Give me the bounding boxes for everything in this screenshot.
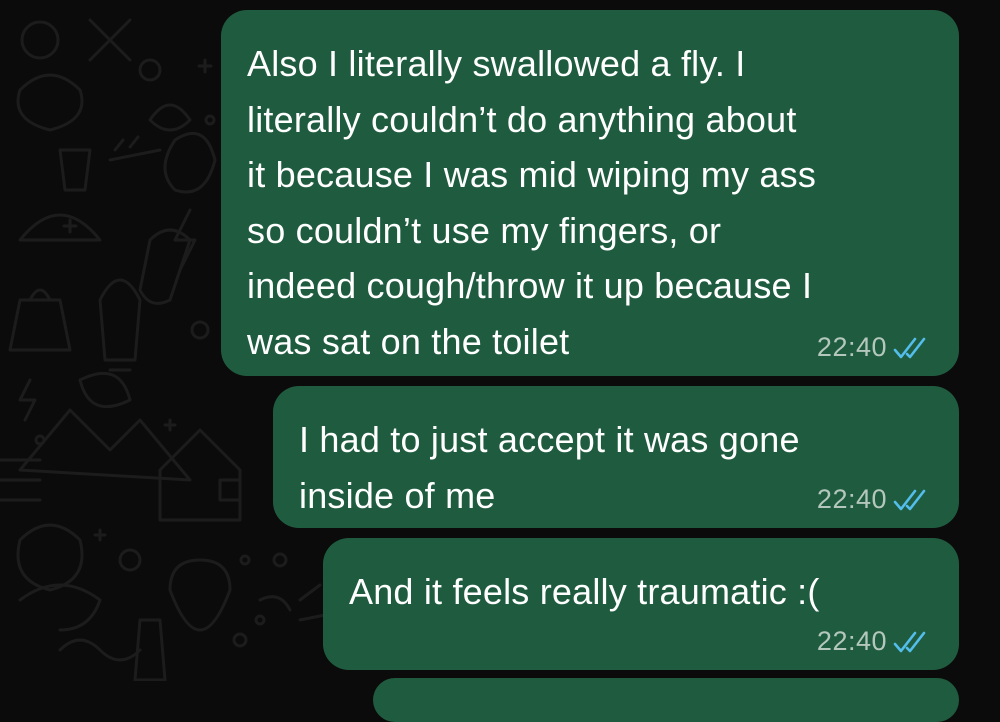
- outgoing-message-bubble[interactable]: Also I literally swallowed a fly. I lite…: [221, 10, 959, 376]
- doodle-toothbrush: [108, 135, 162, 162]
- doodle-ring: [138, 58, 162, 82]
- outgoing-message-bubble[interactable]: And it feels really traumatic :( 22:40: [323, 538, 959, 670]
- message-text: Also I literally swallowed a fly. I lite…: [247, 43, 817, 362]
- double-check-icon: [893, 631, 926, 652]
- doodle-plant: [148, 103, 192, 132]
- doodle-strawberry: [168, 558, 232, 632]
- doodle-taco: [18, 213, 102, 242]
- message-meta: 22:40: [817, 484, 933, 515]
- message-timestamp: 22:40: [816, 626, 887, 656]
- message-meta: 22:40: [817, 332, 933, 363]
- double-check-icon: [893, 489, 926, 510]
- doodle-scissors: [88, 18, 132, 62]
- doodle-shrimp: [18, 583, 102, 632]
- doodle-bolt-2: [18, 378, 37, 422]
- message-text: And it feels really traumatic :(: [349, 571, 820, 612]
- message-meta: 22:40: [817, 626, 933, 657]
- doodle-circle: [20, 20, 60, 60]
- outgoing-message-bubble-partial[interactable]: [373, 678, 959, 722]
- doodle-bear: [16, 73, 84, 132]
- doodle-bolt: [173, 208, 197, 272]
- doodle-mountains: [18, 408, 192, 482]
- doodle-face: [163, 131, 217, 194]
- outgoing-message-bubble[interactable]: I had to just accept it was gone inside …: [273, 386, 959, 528]
- doodle-house: [158, 428, 242, 522]
- doodle-logs: [0, 458, 42, 502]
- message-timestamp: 22:40: [816, 484, 887, 514]
- doodle-snowman: [16, 523, 84, 592]
- double-check-icon: [893, 337, 926, 358]
- doodle-cup: [58, 148, 92, 192]
- message-timestamp: 22:40: [816, 332, 887, 362]
- doodle-leaf: [78, 371, 132, 409]
- doodle-bag: [8, 288, 72, 352]
- doodle-rocket: [98, 278, 142, 372]
